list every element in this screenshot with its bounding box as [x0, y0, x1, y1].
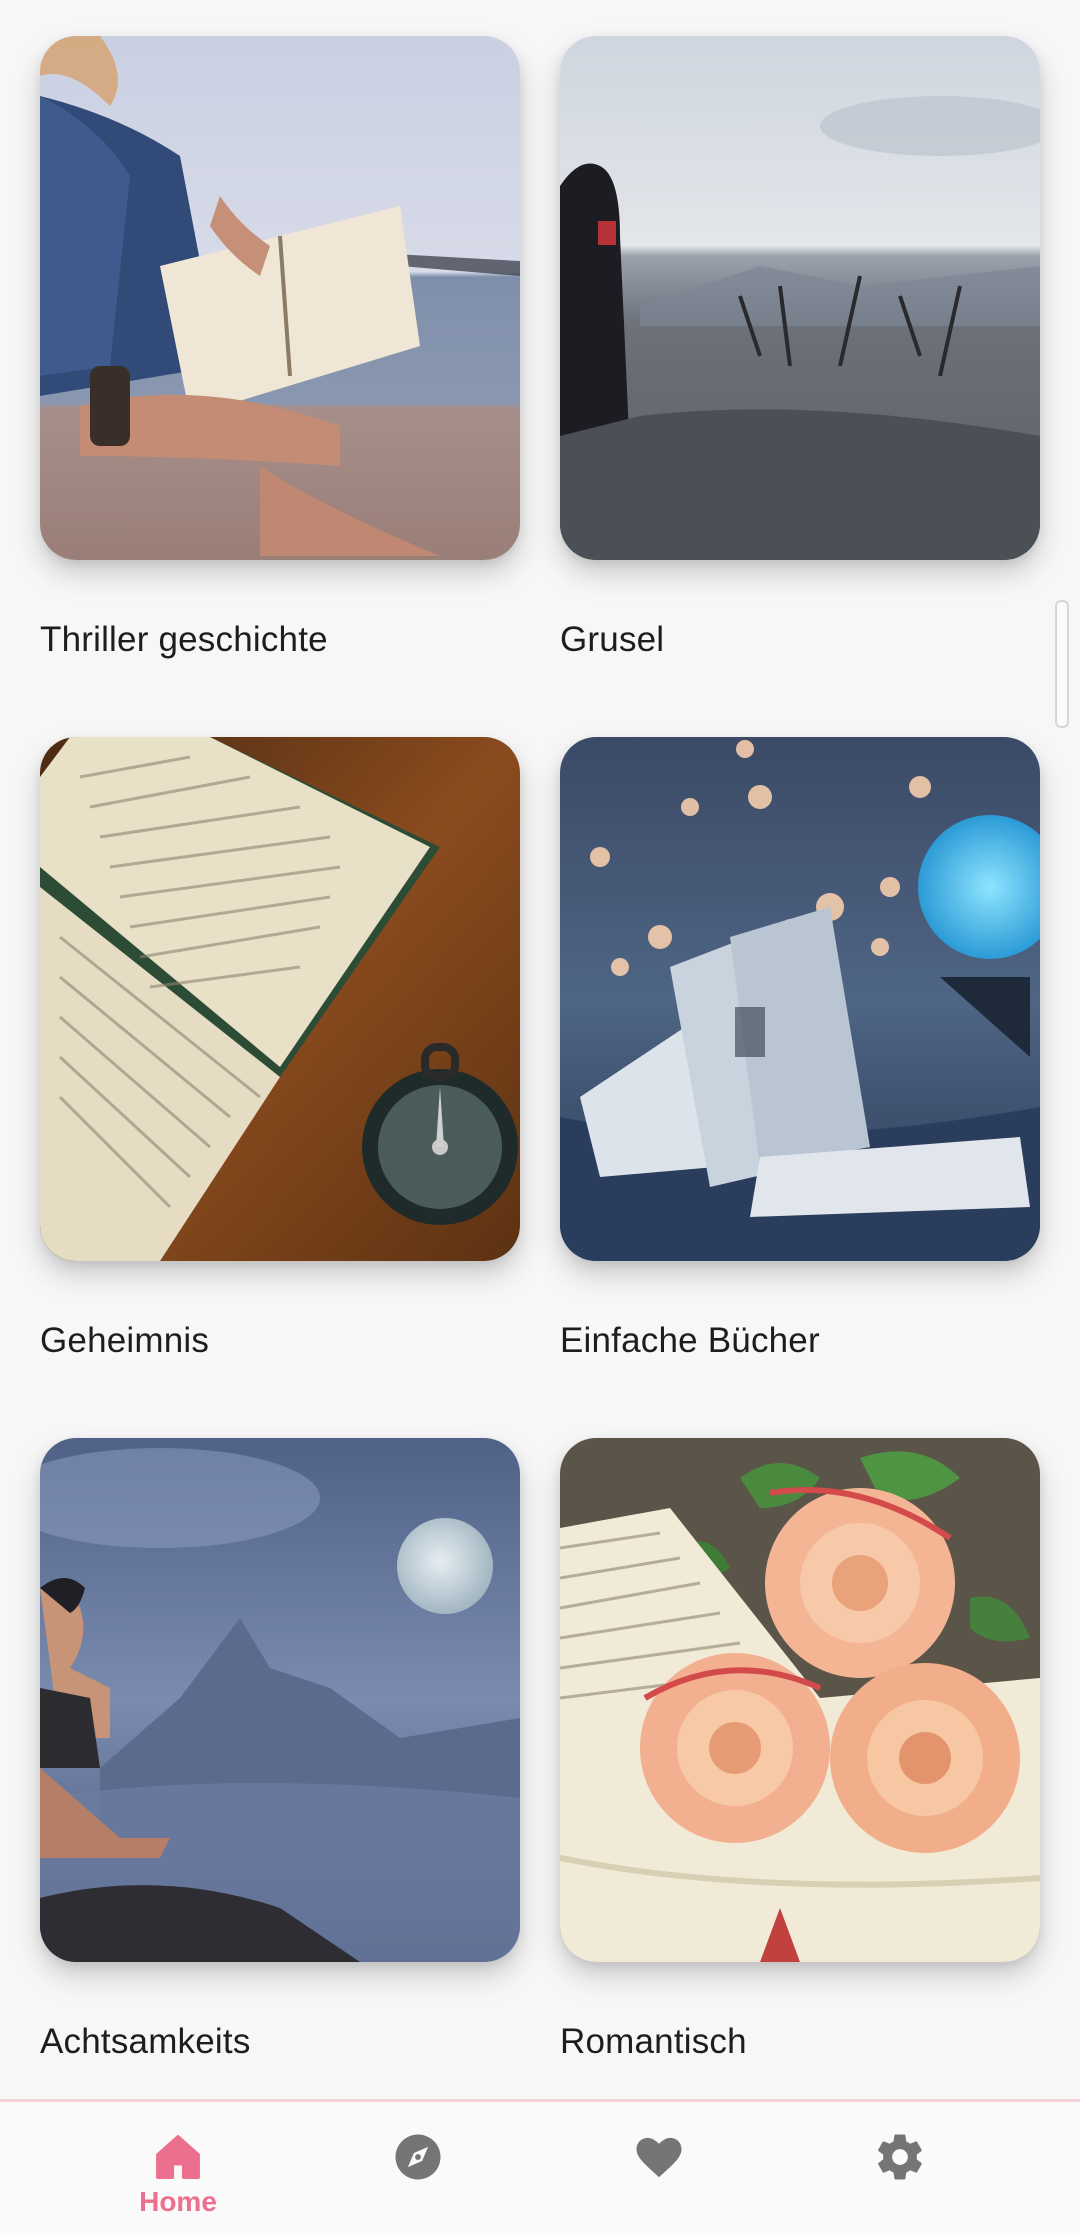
meditating-man-under-moon-image	[40, 1438, 520, 1962]
compass-icon	[395, 2134, 441, 2180]
witch-in-burnt-field-image	[560, 36, 1040, 560]
nav-item-favorites[interactable]	[559, 2102, 759, 2235]
category-image-romantisch[interactable]	[560, 1438, 1040, 1962]
gear-icon	[878, 2134, 922, 2180]
category-grid: Thriller geschichte Grusel Geheimnis Ein…	[0, 0, 1080, 2100]
category-title: Einfache Bücher	[560, 1321, 820, 1360]
category-card-thriller[interactable]: Thriller geschichte	[40, 36, 520, 659]
category-image-achtsamkeits[interactable]	[40, 1438, 520, 1962]
category-image-grusel[interactable]	[560, 36, 1040, 560]
category-title: Thriller geschichte	[40, 620, 328, 659]
category-image-einfache-buecher[interactable]	[560, 737, 1040, 1261]
category-title: Achtsamkeits	[40, 2022, 251, 2061]
heart-icon	[636, 2137, 682, 2178]
app-screen: Thriller geschichte Grusel Geheimnis Ein…	[0, 0, 1080, 2235]
bottom-navigation: Home	[0, 2099, 1080, 2235]
category-card-einfache-buecher[interactable]: Einfache Bücher	[560, 737, 1040, 1360]
category-title: Romantisch	[560, 2022, 747, 2061]
scrollbar-thumb[interactable]	[1055, 600, 1069, 728]
home-icon	[156, 2135, 200, 2179]
category-card-geheimnis[interactable]: Geheimnis	[40, 737, 520, 1360]
nav-item-settings[interactable]	[800, 2102, 1000, 2235]
old-book-with-compass-image	[40, 737, 520, 1261]
nav-item-explore[interactable]	[318, 2102, 518, 2235]
nav-label-home: Home	[139, 2186, 217, 2217]
category-card-grusel[interactable]: Grusel	[560, 36, 1040, 659]
nav-item-home[interactable]: Home	[78, 2102, 278, 2235]
category-card-romantisch[interactable]: Romantisch	[560, 1438, 1040, 2061]
category-card-achtsamkeits[interactable]: Achtsamkeits	[40, 1438, 520, 2061]
book-with-bokeh-image	[560, 737, 1040, 1261]
category-title: Geheimnis	[40, 1321, 210, 1360]
roses-on-book-image	[560, 1438, 1040, 1962]
category-image-thriller[interactable]	[40, 36, 520, 560]
category-title: Grusel	[560, 620, 665, 659]
reading-by-lake-image	[40, 36, 520, 560]
category-image-geheimnis[interactable]	[40, 737, 520, 1261]
